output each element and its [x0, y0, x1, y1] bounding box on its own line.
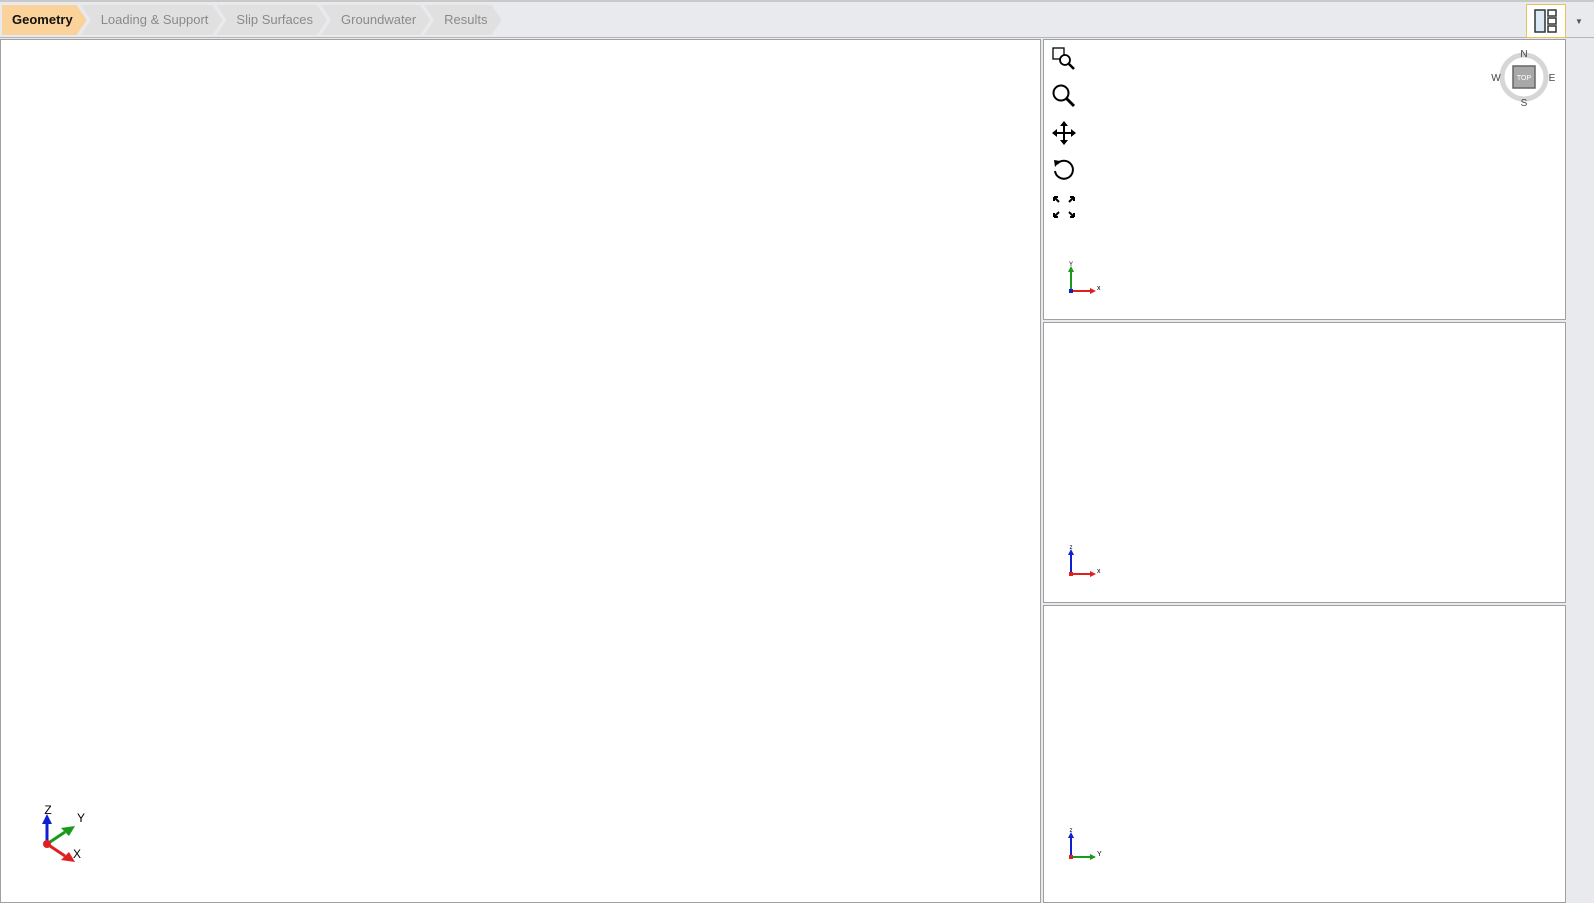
rotate-icon	[1054, 159, 1074, 180]
compass-n[interactable]: N	[1520, 49, 1527, 60]
rotate-button[interactable]	[1050, 157, 1078, 183]
zoom-extents-button[interactable]	[1050, 194, 1078, 220]
tab-groundwater[interactable]: Groundwater	[321, 5, 430, 35]
viewport-layout-button[interactable]	[1526, 4, 1566, 38]
viewport-front[interactable]: z x	[1043, 322, 1566, 603]
axis-label-y: Y	[1069, 262, 1073, 268]
tab-results[interactable]: Results	[424, 5, 501, 35]
axis-label-z: z	[1070, 828, 1073, 834]
chevron-down-icon: ▼	[1575, 16, 1583, 26]
zoom-icon	[1052, 84, 1076, 108]
axis-label-y: Y	[1097, 851, 1102, 858]
zoom-window-button[interactable]	[1050, 46, 1078, 72]
axis-label-x: X	[73, 847, 81, 861]
viewport-layout-icon	[1534, 9, 1557, 33]
pan-button[interactable]	[1050, 120, 1078, 146]
tab-geometry[interactable]: Geometry	[2, 5, 87, 35]
axis-triad-front: z x	[1068, 545, 1101, 577]
axis-label-z: z	[1070, 545, 1073, 551]
zoom-window-icon	[1052, 47, 1075, 70]
axis-triad-side: z Y	[1068, 828, 1102, 860]
tab-slip-surfaces[interactable]: Slip Surfaces	[216, 5, 327, 35]
workflow-tabs: Geometry Loading & Support Slip Surfaces…	[2, 5, 496, 35]
workflow-bar: Geometry Loading & Support Slip Surfaces…	[0, 2, 1594, 38]
axis-triad-top: Y x	[1068, 262, 1101, 294]
view-toolbar	[1050, 46, 1078, 220]
compass-w[interactable]: W	[1491, 73, 1501, 84]
view-cube-compass[interactable]: TOP N S W E	[1489, 46, 1559, 109]
compass-s[interactable]: S	[1521, 98, 1528, 109]
viewport-top[interactable]: TOP N S W E Y x	[1043, 39, 1566, 320]
axis-triad-3d: Z Y X	[42, 803, 85, 862]
compass-e[interactable]: E	[1549, 73, 1556, 84]
zoom-button[interactable]	[1050, 83, 1078, 109]
tab-loading-support[interactable]: Loading & Support	[81, 5, 223, 35]
axis-label-x: x	[1097, 285, 1101, 292]
zoom-extents-icon	[1053, 196, 1075, 218]
axis-label-x: x	[1097, 568, 1101, 575]
pan-icon	[1052, 121, 1076, 145]
viewport-side[interactable]: z Y	[1043, 605, 1566, 903]
axis-label-y: Y	[77, 811, 85, 825]
axis-label-z: Z	[44, 803, 51, 817]
layout-dropdown-button[interactable]: ▼	[1568, 4, 1590, 38]
viewport-3d[interactable]: Z Y X	[0, 39, 1041, 903]
compass-top[interactable]: TOP	[1517, 75, 1532, 82]
